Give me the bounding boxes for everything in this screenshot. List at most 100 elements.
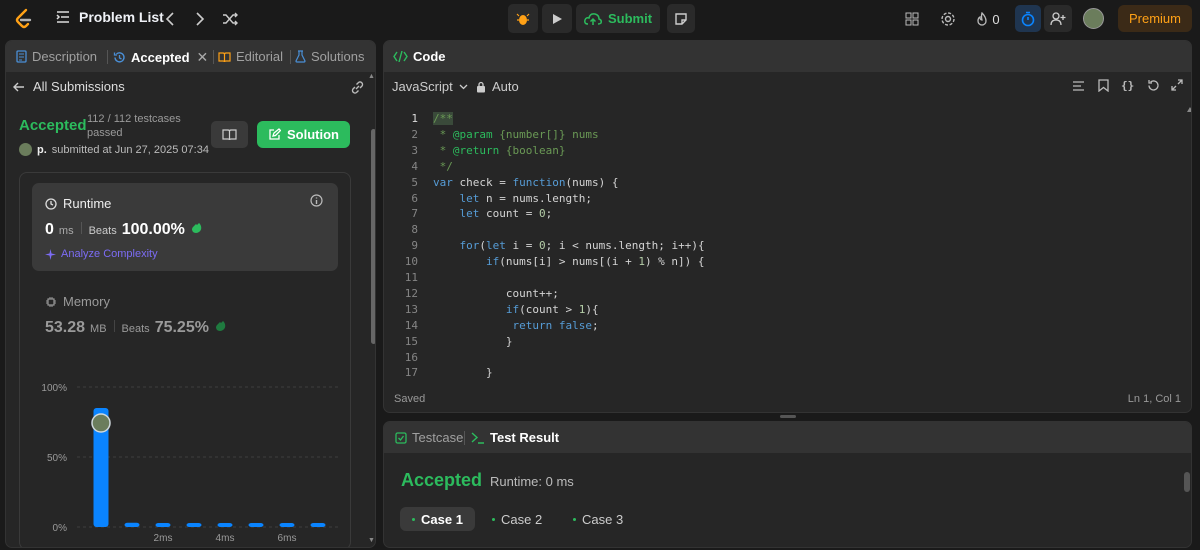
notes-button[interactable] xyxy=(667,4,695,33)
code-line[interactable]: 2 * @param {number[]} nums xyxy=(384,127,1164,143)
code-text: * @param {number[]} nums xyxy=(433,127,599,141)
debug-button[interactable] xyxy=(508,4,538,33)
language-value: JavaScript xyxy=(392,79,453,94)
tab-accepted[interactable]: Accepted ✕ xyxy=(113,49,208,66)
x-tick-label: 6ms xyxy=(278,533,297,544)
settings-gear-icon[interactable] xyxy=(938,9,958,29)
timer-button[interactable] xyxy=(1015,5,1041,32)
username[interactable]: p. xyxy=(37,144,47,156)
code-line[interactable]: 17 } xyxy=(384,365,1164,379)
case-tab-3[interactable]: Case 3 xyxy=(561,507,635,531)
solution-button[interactable]: Solution xyxy=(257,121,350,148)
code-line[interactable]: 4 */ xyxy=(384,159,1164,175)
case-status-dot xyxy=(412,517,415,521)
histogram-bar[interactable] xyxy=(155,523,171,527)
line-number: 17 xyxy=(404,366,418,379)
histogram-bar[interactable] xyxy=(248,523,264,527)
code-text: var check = function(nums) { xyxy=(433,175,619,189)
leetcode-logo-icon[interactable] xyxy=(13,8,35,30)
code-line[interactable]: 16 xyxy=(384,350,1164,366)
info-icon[interactable] xyxy=(310,194,323,207)
code-line[interactable]: 1 /** xyxy=(384,111,1164,127)
y-tick-label: 50% xyxy=(47,453,67,464)
code-text: /** xyxy=(433,112,453,125)
runtime-header: Runtime xyxy=(45,196,111,211)
runtime-card[interactable]: Runtime 0 ms Beats 100.00% Analyze Compl… xyxy=(32,183,338,271)
histogram-bar[interactable] xyxy=(310,523,326,527)
prev-problem-icon[interactable] xyxy=(160,9,180,29)
resize-handle[interactable] xyxy=(780,415,796,418)
memory-beats-label: Beats xyxy=(121,323,150,335)
scroll-down-icon[interactable]: ▼ xyxy=(368,537,375,544)
case-tab-1[interactable]: Case 1 xyxy=(400,507,475,531)
shuffle-icon[interactable] xyxy=(220,9,240,29)
test-status: Accepted xyxy=(401,470,483,490)
code-line[interactable]: 6 let n = nums.length; xyxy=(384,191,1164,207)
tab-test-result[interactable]: Test Result xyxy=(471,430,559,445)
tab-editorial[interactable]: Editorial xyxy=(218,49,283,64)
histogram-bar[interactable] xyxy=(124,522,140,527)
left-tabs: Description Accepted ✕ Editorial Solutio… xyxy=(6,41,375,72)
histogram-bar[interactable] xyxy=(186,523,202,527)
analyze-complexity-link[interactable]: Analyze Complexity xyxy=(45,248,158,260)
code-line[interactable]: 5 var check = function(nums) { xyxy=(384,175,1164,191)
code-line[interactable]: 12 count++; xyxy=(384,286,1164,302)
scrollbar-thumb[interactable] xyxy=(1184,472,1190,492)
tab-solutions[interactable]: Solutions xyxy=(295,49,364,64)
code-editor[interactable]: 1/** 2 * @param {number[]} nums 3 * @retur… xyxy=(384,107,1184,379)
auto-mode[interactable]: Auto xyxy=(476,79,519,94)
code-line[interactable]: 7 let count = 0; xyxy=(384,206,1164,222)
line-number: 13 xyxy=(404,302,418,316)
code-line[interactable]: 9 for(let i = 0; i < nums.length; i++){ xyxy=(384,238,1164,254)
close-icon[interactable]: ✕ xyxy=(197,49,209,66)
histogram-bar[interactable] xyxy=(279,523,295,527)
bookmark-icon[interactable] xyxy=(1098,79,1109,92)
avatar[interactable] xyxy=(1083,8,1104,29)
streak-counter[interactable]: 0 xyxy=(972,9,1004,29)
divider xyxy=(464,431,465,445)
memory-header[interactable]: Memory xyxy=(45,294,110,309)
braces-icon[interactable]: {} xyxy=(1121,79,1134,92)
code-line[interactable]: 10 if(nums[i] > nums[(i + 1) % n]) { xyxy=(384,254,1164,270)
tab-testcase[interactable]: Testcase xyxy=(395,430,463,445)
layout-grid-icon[interactable] xyxy=(902,9,922,29)
line-number: 4 xyxy=(411,159,418,173)
run-button[interactable] xyxy=(542,4,572,33)
line-number: 11 xyxy=(404,271,418,284)
save-status: Saved xyxy=(394,393,426,405)
terminal-icon xyxy=(471,431,485,444)
clap-icon xyxy=(190,221,203,234)
scroll-up-icon[interactable]: ▲ xyxy=(368,73,375,80)
editor-scroll-up[interactable] xyxy=(1187,107,1191,117)
code-line[interactable]: 3 * @return {boolean} xyxy=(384,143,1164,159)
runtime-beats-value: 100.00% xyxy=(121,221,185,238)
problem-list-link[interactable]: Problem List xyxy=(55,9,164,25)
case-label: Case 3 xyxy=(582,511,624,527)
code-line[interactable]: 15 } xyxy=(384,334,1164,350)
arrow-left-icon xyxy=(13,82,25,92)
code-line[interactable]: 13 if(count > 1){ xyxy=(384,302,1164,318)
testcases-count: 112 / 112 testcases xyxy=(87,113,181,125)
code-line[interactable]: 11 xyxy=(384,270,1164,286)
reset-icon[interactable] xyxy=(1147,79,1160,92)
invite-user-button[interactable] xyxy=(1044,5,1072,32)
next-problem-icon[interactable] xyxy=(190,9,210,29)
code-text: let count = 0; xyxy=(459,207,553,221)
format-icon[interactable] xyxy=(1072,80,1085,92)
all-submissions-link[interactable]: All Submissions xyxy=(13,79,125,94)
code-line[interactable]: 14 return false; xyxy=(384,318,1164,334)
premium-button[interactable]: Premium xyxy=(1118,5,1192,32)
histogram-bar[interactable] xyxy=(217,523,233,527)
tab-code[interactable]: Code xyxy=(393,49,446,64)
share-link-icon[interactable] xyxy=(350,80,365,95)
case-tab-2[interactable]: Case 2 xyxy=(480,507,554,531)
scrollbar-thumb[interactable] xyxy=(371,129,375,344)
code-line[interactable]: 8 xyxy=(384,222,1164,238)
top-bar: Problem List Submit 0 Premium xyxy=(0,0,1200,38)
runtime-value-row: 0 ms Beats 100.00% xyxy=(45,221,203,239)
maximize-icon[interactable] xyxy=(1171,79,1183,91)
submit-button[interactable]: Submit xyxy=(576,4,660,33)
editorial-book-button[interactable] xyxy=(211,121,248,148)
language-select[interactable]: JavaScript xyxy=(392,79,468,94)
tab-description[interactable]: Description xyxy=(16,49,97,64)
